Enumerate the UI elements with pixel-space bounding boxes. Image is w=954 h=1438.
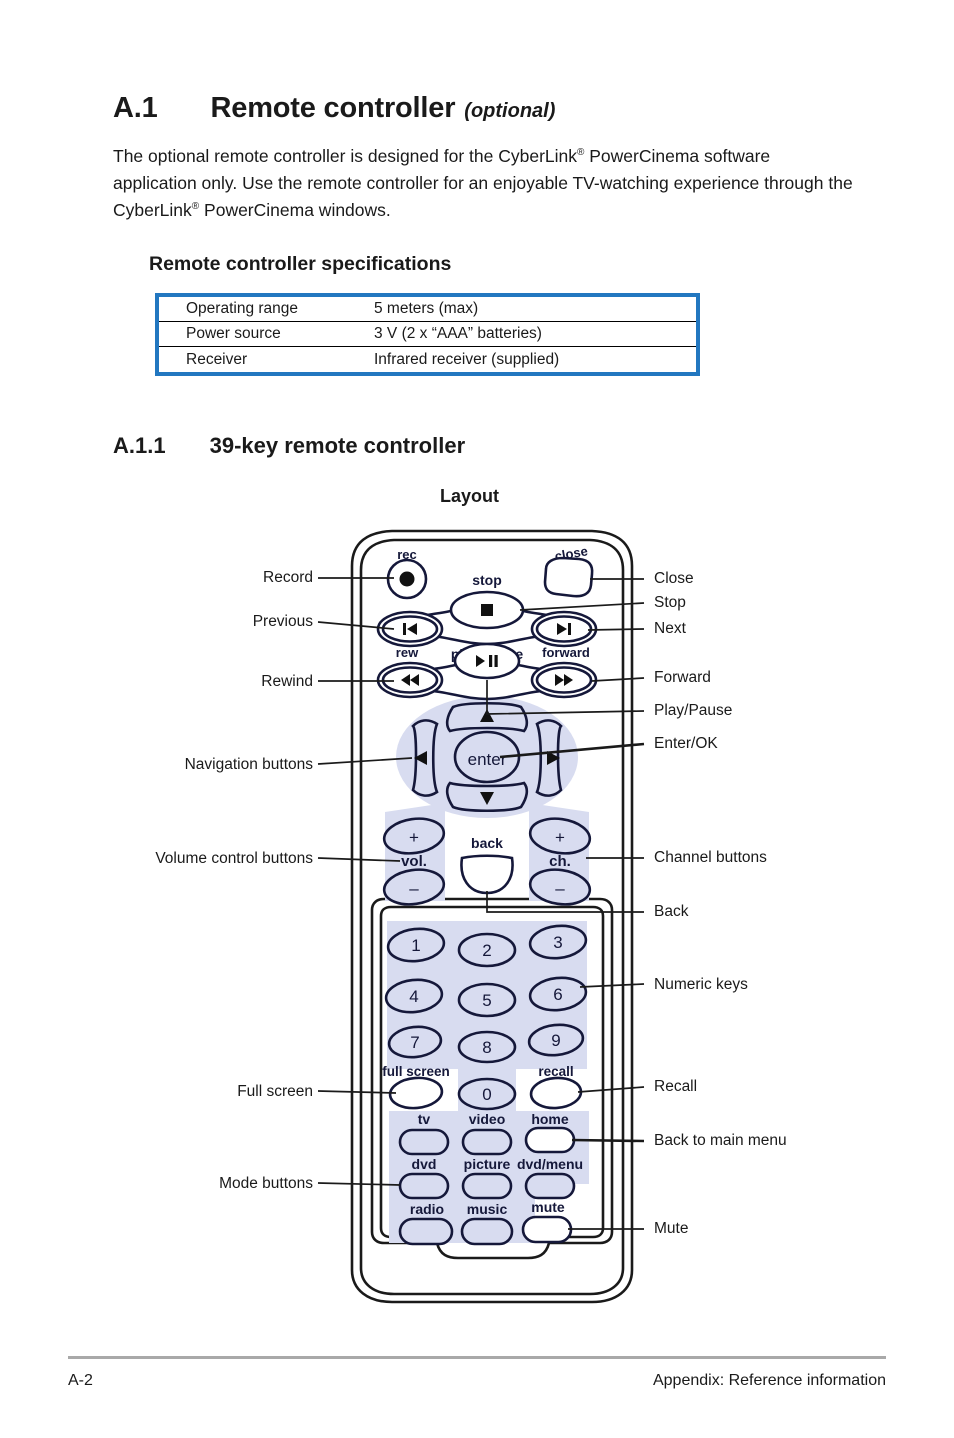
spec-label: Operating range xyxy=(186,300,299,317)
callout-rewind: Rewind xyxy=(261,673,313,690)
page-title: A.1 Remote controller (optional) xyxy=(113,92,555,125)
callout-back: Back xyxy=(654,903,689,920)
callout-back-to-main-menu: Back to main menu xyxy=(654,1132,787,1149)
section-title: Remote controller xyxy=(210,92,456,124)
callout-recall: Recall xyxy=(654,1078,698,1095)
callout-mute: Mute xyxy=(654,1220,689,1237)
spec-table: Operating range 5 meters (max) Power sou… xyxy=(155,293,700,376)
intro-line1-b: PowerCinema xyxy=(584,146,700,166)
subsection-title: 39-key remote controller xyxy=(209,433,466,458)
svg-text:picture: picture xyxy=(464,1156,511,1172)
svg-text:full screen: full screen xyxy=(382,1064,450,1079)
section-optional-tag: (optional) xyxy=(464,100,556,122)
callout-forward: Forward xyxy=(654,669,711,686)
callout-next: Next xyxy=(654,620,686,637)
callout-play-pause: Play/Pause xyxy=(654,702,733,719)
svg-text:close: close xyxy=(554,543,589,564)
svg-text:home: home xyxy=(531,1111,569,1127)
svg-text:6: 6 xyxy=(553,985,562,1004)
footer-section-name: Appendix: Reference information xyxy=(652,1372,886,1389)
spec-value: 3 V (2 x “AAA” batteries) xyxy=(374,325,542,342)
svg-text:tv: tv xyxy=(418,1111,431,1127)
callout-channel-buttons: Channel buttons xyxy=(654,849,767,866)
svg-text:recall: recall xyxy=(538,1064,573,1079)
svg-text:ch.: ch. xyxy=(549,853,571,870)
table-row: Power source 3 V (2 x “AAA” batteries) xyxy=(159,322,696,347)
subsection-number: A.1.1 xyxy=(113,433,166,458)
svg-text:2: 2 xyxy=(482,941,491,960)
svg-text:–: – xyxy=(409,879,419,898)
svg-text:3: 3 xyxy=(553,933,562,952)
callout-record: Record xyxy=(263,569,313,586)
intro-line3-b: PowerCinema windows. xyxy=(199,200,391,220)
svg-text:rew: rew xyxy=(396,645,419,660)
enter-label: enter xyxy=(468,750,507,769)
svg-text:mute: mute xyxy=(531,1199,565,1215)
svg-text:vol.: vol. xyxy=(401,853,427,870)
svg-text:4: 4 xyxy=(409,987,418,1006)
svg-text:+: + xyxy=(555,828,565,847)
spec-label: Receiver xyxy=(186,350,248,368)
spec-section-title: Remote controller specifications xyxy=(149,253,452,275)
svg-text:9: 9 xyxy=(551,1031,560,1050)
callout-navigation-buttons: Navigation buttons xyxy=(184,756,313,773)
spec-label: Power source xyxy=(186,325,281,342)
svg-text:8: 8 xyxy=(482,1038,491,1057)
section-number: A.1 xyxy=(113,92,158,124)
svg-text:dvd/menu: dvd/menu xyxy=(517,1156,583,1172)
svg-text:7: 7 xyxy=(410,1033,419,1052)
svg-text:0: 0 xyxy=(482,1085,491,1104)
intro-paragraph: The optional remote controller is design… xyxy=(113,143,853,224)
svg-text:stop: stop xyxy=(472,572,502,588)
callout-stop: Stop xyxy=(654,594,686,611)
callout-enter-ok: Enter/OK xyxy=(654,735,718,752)
svg-text:play/pause: play/pause xyxy=(451,646,524,662)
footer-page-number: A-2 xyxy=(68,1372,93,1389)
svg-text:forward: forward xyxy=(542,645,590,660)
callout-previous: Previous xyxy=(252,613,313,630)
footer-divider xyxy=(68,1356,886,1359)
svg-text:+: + xyxy=(409,828,419,847)
spec-value: Infrared receiver (supplied) xyxy=(374,350,560,368)
svg-text:rec: rec xyxy=(397,547,417,562)
svg-text:radio: radio xyxy=(410,1201,444,1217)
callout-volume-control-buttons: Volume control buttons xyxy=(155,850,313,867)
table-row: Receiver Infrared receiver (supplied) xyxy=(159,347,696,372)
svg-text:5: 5 xyxy=(482,991,491,1010)
svg-text:back: back xyxy=(471,835,503,851)
svg-text:1: 1 xyxy=(411,936,420,955)
svg-text:music: music xyxy=(467,1201,508,1217)
callout-numeric-keys: Numeric keys xyxy=(654,976,748,993)
subsection-heading: A.1.1 39-key remote controller xyxy=(113,433,465,459)
callout-close: Close xyxy=(654,570,694,587)
table-row: Operating range 5 meters (max) xyxy=(159,297,696,322)
callout-full-screen: Full screen xyxy=(237,1083,313,1100)
spec-value: 5 meters (max) xyxy=(374,300,479,317)
figure-title: Layout xyxy=(440,486,500,506)
svg-text:dvd: dvd xyxy=(412,1156,437,1172)
svg-text:–: – xyxy=(555,879,565,898)
callout-mode-buttons: Mode buttons xyxy=(219,1175,313,1192)
svg-text:video: video xyxy=(469,1111,506,1127)
intro-line1-a: The optional remote controller is design… xyxy=(113,146,577,166)
